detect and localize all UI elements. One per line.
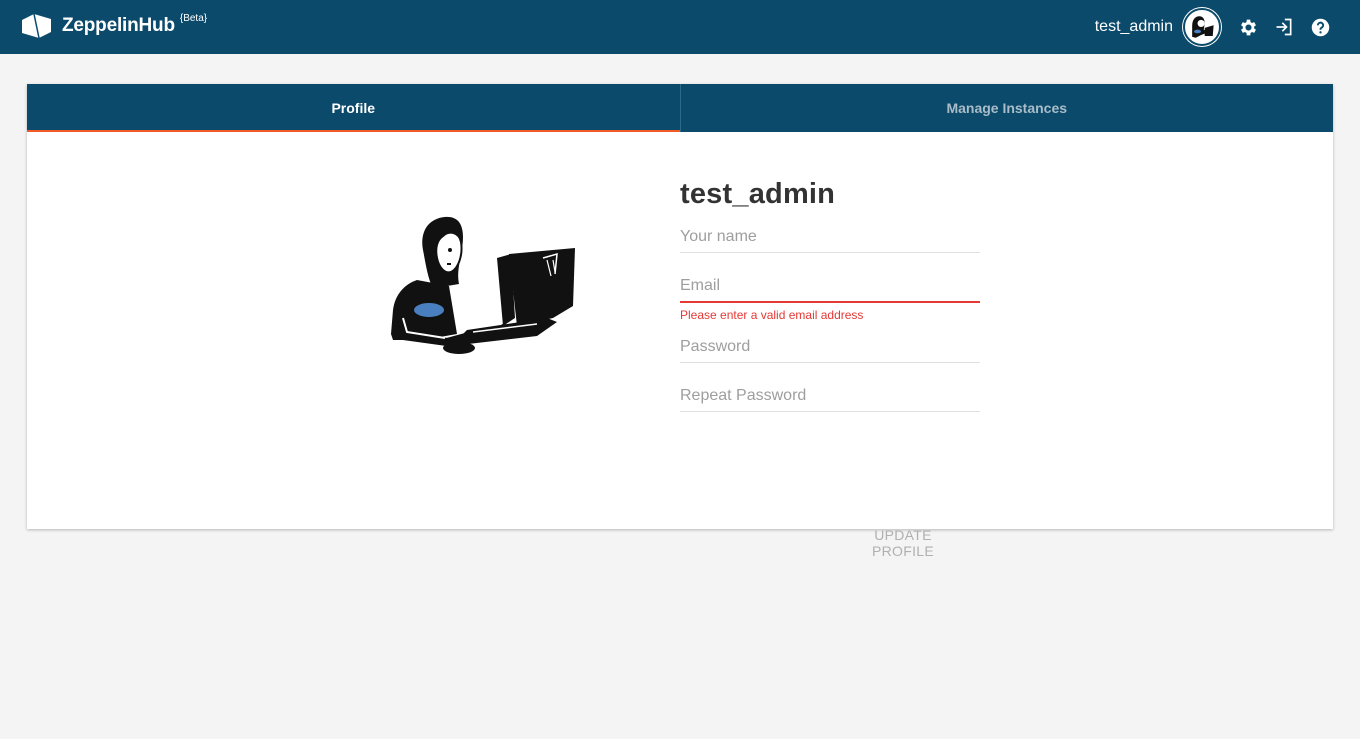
brand[interactable]: ZeppelinHub {Beta} <box>20 12 207 40</box>
avatar[interactable] <box>1183 8 1221 46</box>
tab-bar: Profile Manage Instances <box>27 84 1333 132</box>
user-illustration <box>391 216 575 354</box>
repeat-password-field[interactable] <box>680 381 980 411</box>
zeppelin-logo-icon <box>22 13 51 39</box>
header-username[interactable]: test_admin <box>1095 18 1173 36</box>
password-field-wrapper <box>680 332 980 363</box>
tab-profile[interactable]: Profile <box>27 84 680 132</box>
logout-icon[interactable] <box>1273 16 1295 38</box>
tab-manage-instances[interactable]: Manage Instances <box>681 84 1334 132</box>
top-navigation-bar: ZeppelinHub {Beta} test_admin <box>0 0 1360 54</box>
profile-username: test_admin <box>680 178 836 210</box>
repeat-password-field-wrapper <box>680 381 980 412</box>
email-field-wrapper <box>680 271 980 303</box>
name-field-wrapper <box>680 222 980 253</box>
update-profile-button[interactable]: UPDATE PROFILE <box>838 525 968 561</box>
brand-name: ZeppelinHub <box>62 15 175 36</box>
name-field[interactable] <box>680 222 980 252</box>
email-field[interactable] <box>680 271 980 301</box>
help-icon[interactable] <box>1309 16 1331 38</box>
profile-form: test_admin Please enter a valid email ad… <box>680 176 980 559</box>
settings-gear-icon[interactable] <box>1237 16 1259 38</box>
password-field[interactable] <box>680 332 980 362</box>
beta-badge: {Beta} <box>179 12 208 24</box>
profile-card: Profile Manage Instances test_admin Pl <box>27 84 1333 559</box>
email-error-message: Please enter a valid email address <box>680 308 864 322</box>
